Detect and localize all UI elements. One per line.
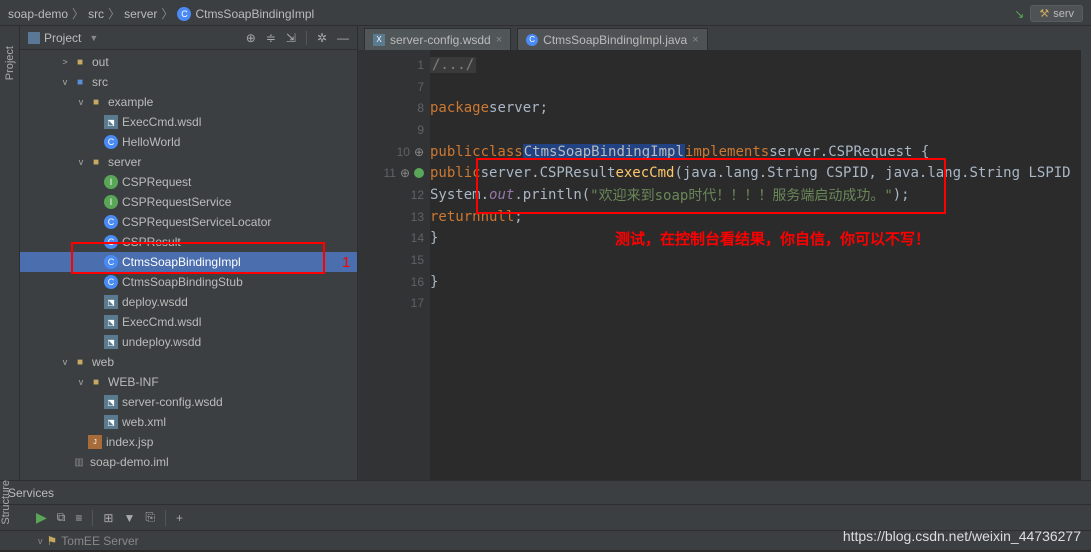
gutter-line: 7 (358, 76, 430, 98)
editor-tabs: Xserver-config.wsdd× CCtmsSoapBindingImpl… (358, 26, 1091, 50)
services-panel-header[interactable]: Services (0, 480, 1091, 504)
add-icon[interactable]: + (176, 511, 183, 525)
tree-icon[interactable]: ⧉ (57, 510, 66, 525)
layout-icon[interactable]: ⊞ (103, 511, 113, 525)
gutter-line: 8 (358, 97, 430, 119)
play-icon[interactable]: ▶ (36, 509, 47, 526)
breadcrumb-item[interactable]: server (124, 7, 157, 21)
tree-item[interactable]: CCtmsSoapBindingStub (20, 272, 357, 292)
breadcrumb-item[interactable]: src (88, 7, 104, 21)
tree-item[interactable]: ICSPRequest (20, 172, 357, 192)
tree-item[interactable]: ⬔server-config.wsdd (20, 392, 357, 412)
code-line[interactable]: package server; (430, 97, 1091, 119)
watermark: https://blog.csdn.net/weixin_44736277 (843, 528, 1081, 544)
editor-gutter: 178910⊕11⊕121314151617 (358, 50, 430, 480)
tree-item[interactable]: v■example (20, 92, 357, 112)
collapse-icon[interactable]: ⇲ (286, 31, 296, 45)
gutter-line: 13 (358, 206, 430, 228)
structure-tool-label[interactable]: Structure (0, 480, 20, 525)
chevron-right-icon: 〉 (72, 5, 84, 22)
server-icon: ⚑ (47, 534, 58, 548)
class-icon: C (177, 7, 191, 21)
locate-icon[interactable]: ⊕ (246, 31, 256, 45)
chevron-down-icon: ▼ (89, 33, 98, 43)
gutter-line: 14 (358, 228, 430, 250)
tree-item[interactable]: CCSPRequestServiceLocator (20, 212, 357, 232)
tree-item[interactable]: ⬔deploy.wsdd (20, 292, 357, 312)
code-line[interactable]: return null; (430, 206, 1091, 228)
project-tree[interactable]: 1 >■outv■srcv■example⬔ExecCmd.wsdlCHello… (20, 50, 357, 480)
close-icon[interactable]: × (692, 34, 698, 46)
chevron-right-icon: 〉 (108, 5, 120, 22)
gutter-line: 10⊕ (358, 141, 430, 163)
gutter-line: 11⊕ (358, 162, 430, 184)
build-icon[interactable]: ↘ (1014, 7, 1024, 21)
editor-tab[interactable]: Xserver-config.wsdd× (364, 28, 511, 50)
tree-item[interactable]: ⬔ExecCmd.wsdl (20, 112, 357, 132)
breadcrumb: soap-demo 〉 src 〉 server 〉 C CtmsSoapBin… (0, 2, 1091, 26)
tree-item[interactable]: ⬔web.xml (20, 412, 357, 432)
tree-item[interactable]: Jindex.jsp (20, 432, 357, 452)
gutter-line: 1 (358, 54, 430, 76)
tree-item[interactable]: v■WEB-INF (20, 372, 357, 392)
gutter-line: 15 (358, 249, 430, 271)
gutter-line: 12 (358, 184, 430, 206)
project-panel-title[interactable]: Project ▼ (28, 31, 98, 45)
gear-icon[interactable]: ✲ (317, 31, 327, 45)
code-line[interactable]: } (430, 271, 1091, 293)
annotation-number: 1 (342, 254, 350, 271)
gutter-line: 17 (358, 293, 430, 315)
tree-item[interactable]: ⬔undeploy.wsdd (20, 332, 357, 352)
editor-panel: Xserver-config.wsdd× CCtmsSoapBindingImpl… (358, 26, 1091, 480)
close-icon[interactable]: × (496, 34, 502, 46)
code-line[interactable] (430, 76, 1091, 98)
services-toolbar: ▶ ⧉ ≡ ⊞ ▼ ⎘ + (0, 504, 1091, 530)
tree-item[interactable]: CHelloWorld (20, 132, 357, 152)
tree-item[interactable]: ⬔ExecCmd.wsdl (20, 312, 357, 332)
code-line[interactable]: public class CtmsSoapBindingImpl impleme… (430, 141, 1091, 163)
project-panel: Project ▼ ⊕ ≑ ⇲ ✲ — 1 >■outv■srcv■exampl… (20, 26, 358, 480)
code-line[interactable] (430, 293, 1091, 315)
gutter-line: 9 (358, 119, 430, 141)
code-line[interactable] (430, 119, 1091, 141)
export-icon[interactable]: ⎘ (145, 510, 155, 525)
editor-tab[interactable]: CCtmsSoapBindingImpl.java× (517, 28, 708, 50)
code-line[interactable]: System.out.println("欢迎来到soap时代！！！！服务端启动成… (430, 184, 1091, 206)
gutter-line: 16 (358, 271, 430, 293)
tree-item[interactable]: ICSPRequestService (20, 192, 357, 212)
project-tool-label[interactable]: Project (4, 46, 16, 80)
project-icon (28, 32, 40, 44)
run-config-button[interactable]: ⚒ serv (1030, 5, 1083, 22)
tree-item[interactable]: >■out (20, 52, 357, 72)
annotation-text: 测试，在控制台看结果，你自信，你可以不写！ (615, 228, 930, 249)
hide-icon[interactable]: — (337, 31, 349, 45)
tree-item[interactable]: v■web (20, 352, 357, 372)
tree-item[interactable]: CCSPResult (20, 232, 357, 252)
code-line[interactable]: public server.CSPResult execCmd(java.lan… (430, 162, 1091, 184)
chevron-down-icon: v (38, 536, 43, 546)
tree-item[interactable]: v■src (20, 72, 357, 92)
breadcrumb-item[interactable]: soap-demo (8, 7, 68, 21)
expand-icon[interactable]: ≑ (266, 31, 276, 45)
filter-icon[interactable]: ▼ (123, 511, 135, 525)
code-line[interactable] (430, 249, 1091, 271)
hammer-icon: ⚒ (1039, 7, 1049, 20)
left-tool-rail: Project (0, 26, 20, 480)
editor-code[interactable]: 测试，在控制台看结果，你自信，你可以不写！ /.../ package serve… (430, 50, 1091, 480)
chevron-right-icon: 〉 (161, 5, 173, 22)
tree-item[interactable]: v■server (20, 152, 357, 172)
stop-icon[interactable]: ≡ (75, 511, 82, 525)
code-line[interactable]: /.../ (430, 54, 1091, 76)
tree-item[interactable]: CCtmsSoapBindingImpl (20, 252, 357, 272)
breadcrumb-item[interactable]: CtmsSoapBindingImpl (195, 7, 314, 21)
tree-item[interactable]: ▥soap-demo.iml (20, 452, 357, 472)
project-panel-header: Project ▼ ⊕ ≑ ⇲ ✲ — (20, 26, 357, 50)
